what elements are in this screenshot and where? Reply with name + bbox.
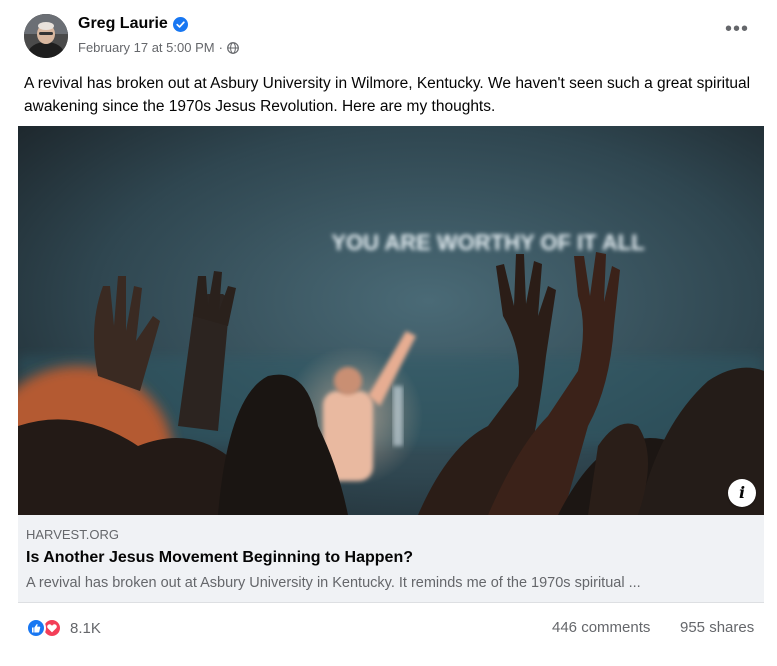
more-options-button[interactable]: ••• bbox=[722, 19, 752, 42]
author-name-text[interactable]: Greg Laurie bbox=[78, 15, 168, 33]
facebook-post: Greg Laurie February 17 at 5:00 PM · •••… bbox=[0, 0, 777, 666]
post-text: A revival has broken out at Asbury Unive… bbox=[24, 75, 751, 115]
info-button[interactable]: i bbox=[728, 479, 756, 507]
avatar-photo bbox=[24, 14, 68, 58]
stage-text: YOU ARE WORTHY OF IT ALL bbox=[331, 230, 644, 255]
shares-count[interactable]: 955 shares bbox=[680, 619, 754, 636]
meta-separator: · bbox=[218, 40, 223, 55]
avatar[interactable] bbox=[24, 14, 68, 58]
link-title[interactable]: Is Another Jesus Movement Beginning to H… bbox=[26, 549, 413, 567]
globe-icon bbox=[227, 41, 239, 54]
link-domain: HARVEST.ORG bbox=[26, 527, 119, 542]
post-meta: February 17 at 5:00 PM · bbox=[78, 40, 239, 55]
comments-count[interactable]: 446 comments bbox=[552, 619, 650, 636]
reactions-summary[interactable]: 8.1K bbox=[26, 617, 101, 639]
verified-badge-icon bbox=[172, 16, 188, 32]
link-preview-image[interactable]: YOU ARE WORTHY OF IT ALL i bbox=[18, 126, 764, 515]
link-preview-card[interactable]: YOU ARE WORTHY OF IT ALL i HARVEST.ORG I… bbox=[18, 126, 764, 603]
reaction-count[interactable]: 8.1K bbox=[70, 620, 101, 637]
worship-photo: YOU ARE WORTHY OF IT ALL bbox=[18, 126, 764, 515]
link-description: A revival has broken out at Asbury Unive… bbox=[26, 575, 641, 591]
like-icon bbox=[26, 618, 46, 638]
author-name[interactable]: Greg Laurie bbox=[78, 15, 188, 33]
post-timestamp[interactable]: February 17 at 5:00 PM bbox=[78, 40, 215, 55]
link-preview-meta[interactable]: HARVEST.ORG Is Another Jesus Movement Be… bbox=[18, 515, 764, 603]
reaction-icons bbox=[26, 618, 64, 638]
